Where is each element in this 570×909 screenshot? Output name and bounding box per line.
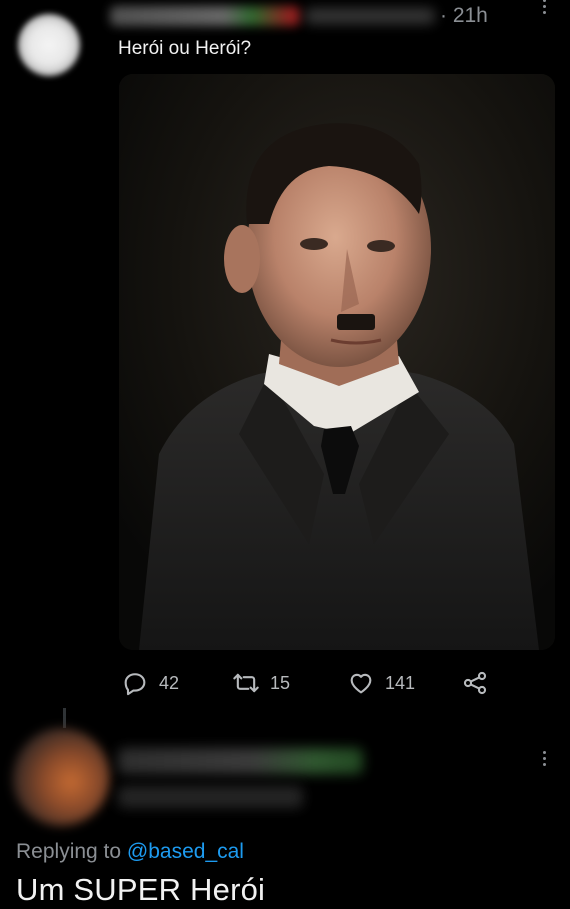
mention-link[interactable]: @based_cal [127,840,244,863]
replying-to-line: Replying to @based_cal [16,840,244,864]
reply-icon [124,673,146,696]
more-icon[interactable] [536,0,552,26]
more-icon[interactable] [536,748,552,778]
reply-author-name-redacted[interactable] [118,748,363,774]
reply-button[interactable]: 42 [121,668,179,698]
author-handle-redacted[interactable] [305,8,435,24]
retweet-button[interactable]: 15 [232,668,290,698]
retweet-count: 15 [270,672,291,693]
share-button[interactable] [461,668,489,698]
author-name-redacted[interactable] [110,6,300,26]
like-button[interactable]: 141 [347,668,415,698]
like-count: 141 [385,672,416,693]
reply-count: 42 [159,672,180,693]
tweet-text: Herói ou Herói? [118,38,252,59]
replying-prefix: Replying to [16,840,122,863]
heart-icon [350,673,372,694]
share-icon [463,671,487,695]
reply-text: Um SUPER Herói [16,872,266,907]
reply-author-handle-redacted[interactable] [118,786,303,808]
tweet-timestamp[interactable]: · 21h [440,4,488,28]
thread-connector [63,708,66,728]
reply-author-avatar[interactable] [12,728,110,826]
tweet-photo[interactable] [119,74,555,650]
retweet-icon [233,673,259,693]
author-avatar[interactable] [18,14,80,76]
